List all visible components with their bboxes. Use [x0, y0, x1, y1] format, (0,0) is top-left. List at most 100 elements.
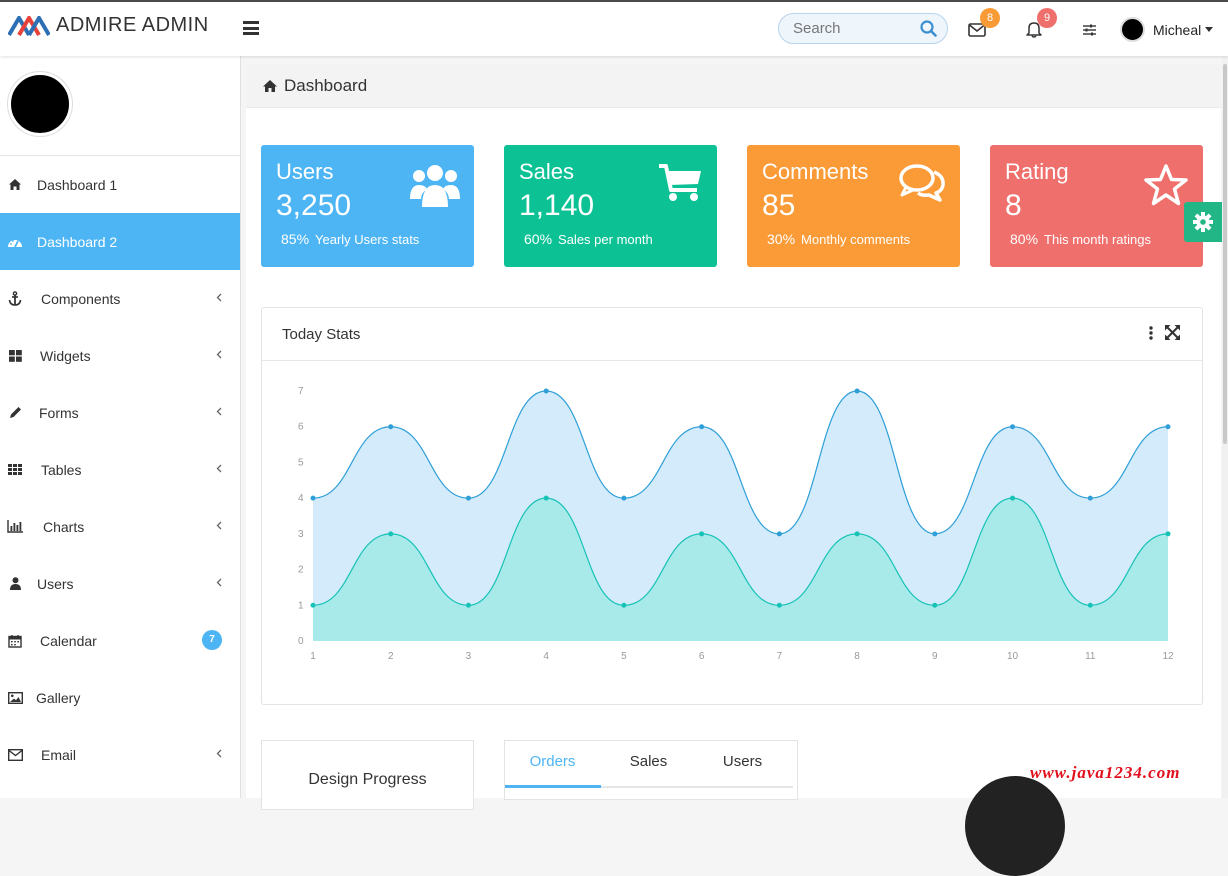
settings-toggle-button[interactable]	[1184, 202, 1222, 242]
stat-card-rating[interactable]: Rating 8 80% This month ratings	[990, 145, 1203, 267]
series-2-point	[932, 602, 938, 608]
tab-users[interactable]: Users	[695, 753, 790, 770]
tab-sales[interactable]: Sales	[601, 753, 696, 770]
series-1-point	[1087, 495, 1093, 501]
menu-toggle-icon[interactable]	[243, 21, 259, 35]
series-2-point	[310, 602, 316, 608]
dark-circle-decoration	[965, 776, 1065, 876]
sidebar: Dashboard 1 Dashboard 2 Components Widge…	[0, 56, 241, 798]
y-tick-label: 3	[298, 529, 304, 540]
table-icon	[7, 462, 23, 478]
more-vertical-icon[interactable]	[1149, 325, 1153, 340]
x-tick-label: 5	[621, 651, 627, 662]
chevron-left-icon	[216, 464, 222, 473]
chevron-left-icon	[216, 407, 222, 416]
expand-icon[interactable]	[1165, 325, 1180, 340]
series-2-point	[776, 602, 782, 608]
sidebar-item-label: Components	[41, 290, 121, 307]
active-tab-indicator	[505, 785, 601, 788]
page-title: Dashboard	[284, 75, 368, 95]
series-1-point	[699, 424, 705, 430]
sidebar-item-tables[interactable]: Tables	[0, 441, 240, 498]
stat-card-comments[interactable]: Comments 85 30% Monthly comments	[747, 145, 960, 267]
x-tick-label: 10	[1007, 651, 1019, 662]
page-scrollbar[interactable]	[1222, 56, 1228, 798]
brand-name: ADMIRE ADMIN	[56, 14, 209, 36]
sidebar-item-label: Gallery	[36, 689, 81, 706]
stat-footer: 85% Yearly Users stats	[281, 231, 419, 247]
y-tick-label: 5	[298, 457, 304, 468]
series-2-point	[1165, 531, 1171, 537]
chevron-left-icon	[216, 578, 222, 587]
x-tick-label: 7	[777, 651, 783, 662]
profile-avatar[interactable]	[8, 72, 72, 136]
x-tick-label: 8	[854, 651, 860, 662]
y-tick-label: 4	[298, 493, 304, 504]
stat-title: Rating	[1005, 159, 1069, 184]
series-1-point	[1010, 424, 1016, 430]
series-1-point	[1165, 424, 1171, 430]
calendar-icon	[7, 633, 23, 649]
panel-tools	[1149, 325, 1180, 340]
sidebar-item-gallery[interactable]: Gallery	[0, 669, 240, 726]
brand[interactable]: ADMIRE ADMIN	[8, 14, 209, 37]
user-menu[interactable]: Micheal	[1120, 17, 1214, 42]
series-2-point	[543, 495, 549, 501]
stat-card-sales[interactable]: Sales 1,140 60% Sales per month	[504, 145, 717, 267]
user-icon	[7, 576, 23, 592]
chevron-left-icon	[216, 293, 222, 302]
y-tick-label: 2	[298, 565, 304, 576]
users-icon	[410, 165, 460, 207]
gear-icon	[1193, 212, 1213, 232]
series-1-point	[388, 424, 394, 430]
sidebar-item-dashboard-2[interactable]: Dashboard 2	[0, 213, 240, 270]
sidebar-profile	[0, 56, 240, 156]
sidebar-item-users[interactable]: Users	[0, 555, 240, 612]
sidebar-item-widgets[interactable]: Widgets	[0, 327, 240, 384]
stat-caption: Sales per month	[558, 232, 653, 247]
sliders-icon[interactable]	[1082, 23, 1097, 37]
search-icon[interactable]	[920, 20, 937, 37]
stat-title: Users	[276, 159, 334, 184]
x-tick-label: 9	[932, 651, 938, 662]
today-stats-panel: Today Stats 0 1 2 3 4 5 6 7 1 2 3 4 5 6 7 8 9 10 11 12	[261, 307, 1203, 705]
envelope-icon	[7, 747, 23, 763]
sidebar-item-dashboard-1[interactable]: Dashboard 1	[0, 156, 240, 213]
sidebar-item-label: Dashboard 2	[37, 233, 118, 250]
series-1-point	[465, 495, 471, 501]
scrollbar-thumb[interactable]	[1223, 64, 1227, 444]
series-2-point	[621, 602, 627, 608]
home-icon	[7, 177, 23, 193]
sidebar-item-label: Tables	[41, 461, 82, 478]
sidebar-item-calendar[interactable]: Calendar 7	[0, 612, 240, 669]
design-progress-card: Design Progress	[261, 740, 474, 810]
sidebar-item-forms[interactable]: Forms	[0, 384, 240, 441]
tab-orders[interactable]: Orders	[505, 753, 600, 770]
search-input[interactable]	[779, 14, 919, 43]
stat-value: 1,140	[519, 189, 595, 222]
sidebar-item-charts[interactable]: Charts	[0, 498, 240, 555]
stat-percent: 80%	[1010, 231, 1039, 247]
series-2-point	[1010, 495, 1016, 501]
notification-count-badge: 9	[1037, 8, 1057, 28]
sidebar-item-label: Email	[41, 746, 77, 763]
star-icon	[1144, 164, 1188, 206]
stat-card-users[interactable]: Users 3,250 85% Yearly Users stats	[261, 145, 474, 267]
series-2-point	[854, 531, 860, 537]
breadcrumb: Dashboard	[246, 64, 1221, 108]
y-tick-label: 0	[298, 636, 304, 647]
sidebar-item-components[interactable]: Components	[0, 270, 240, 327]
calendar-count-badge: 7	[202, 630, 222, 650]
brand-logo-icon	[8, 15, 50, 36]
y-tick-label: 6	[298, 422, 304, 433]
x-tick-label: 6	[699, 651, 705, 662]
stat-value: 8	[1005, 189, 1022, 222]
sidebar-item-email[interactable]: Email	[0, 726, 240, 783]
avatar	[1120, 17, 1145, 42]
sidebar-item-label: Widgets	[40, 347, 91, 364]
series-1-point	[621, 495, 627, 501]
y-tick-label: 7	[298, 386, 304, 397]
series-2-point	[465, 602, 471, 608]
x-tick-label: 2	[388, 651, 394, 662]
top-navbar: ADMIRE ADMIN 8 9 Micheal	[0, 0, 1228, 56]
